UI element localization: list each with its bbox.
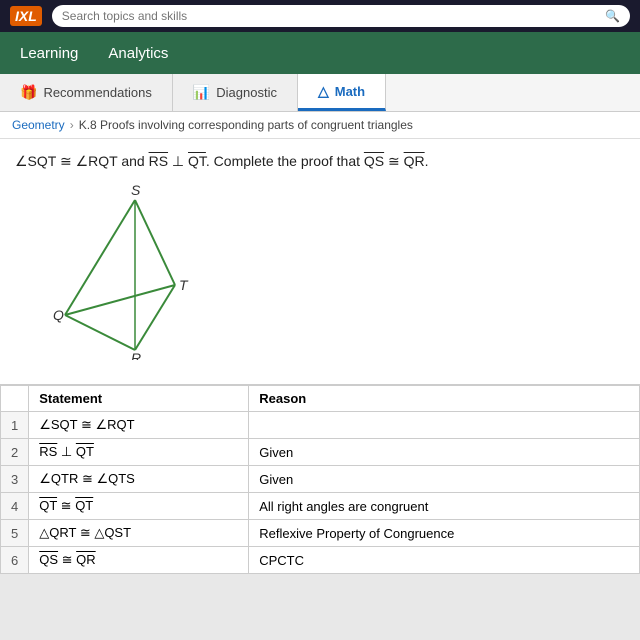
- ixl-logo: IXL: [10, 6, 42, 26]
- search-bar[interactable]: 🔍: [52, 5, 630, 27]
- col-reason-header: Reason: [249, 386, 640, 412]
- top-bar: IXL 🔍: [0, 0, 640, 32]
- stmt-2: RS ⊥ QT: [29, 439, 249, 466]
- tab-diagnostic-label: Diagnostic: [216, 85, 277, 100]
- proof-table: Statement Reason 1 ∠SQT ≅ ∠RQT 2 RS ⊥ QT…: [0, 385, 640, 574]
- recommendations-icon: 🎁: [20, 84, 37, 101]
- tab-diagnostic[interactable]: 📊 Diagnostic: [173, 74, 298, 111]
- table-row: 4 QT ≅ QT All right angles are congruent: [1, 493, 640, 520]
- row-num-1: 1: [1, 412, 29, 439]
- table-row: 1 ∠SQT ≅ ∠RQT: [1, 412, 640, 439]
- nav-bar: Learning Analytics: [0, 32, 640, 74]
- reason-3: Given: [249, 466, 640, 493]
- reason-5: Reflexive Property of Congruence: [249, 520, 640, 547]
- triangle-diagram: S Q T R: [35, 182, 625, 362]
- col-num-header: [1, 386, 29, 412]
- table-row: 2 RS ⊥ QT Given: [1, 439, 640, 466]
- reason-6: CPCTC: [249, 547, 640, 574]
- row-num-5: 5: [1, 520, 29, 547]
- search-icon: 🔍: [605, 9, 620, 23]
- row-num-4: 4: [1, 493, 29, 520]
- col-statement-header: Statement: [29, 386, 249, 412]
- tab-math-label: Math: [335, 84, 365, 99]
- row-num-3: 3: [1, 466, 29, 493]
- reason-2: Given: [249, 439, 640, 466]
- nav-analytics[interactable]: Analytics: [103, 35, 173, 72]
- math-icon: △: [318, 83, 329, 100]
- reason-4: All right angles are congruent: [249, 493, 640, 520]
- diagnostic-icon: 📊: [193, 84, 210, 101]
- tab-recommendations-label: Recommendations: [43, 85, 151, 100]
- stmt-1: ∠SQT ≅ ∠RQT: [29, 412, 249, 439]
- reason-1: [249, 412, 640, 439]
- svg-text:T: T: [179, 277, 189, 293]
- breadcrumb: Geometry › K.8 Proofs involving correspo…: [0, 112, 640, 139]
- table-row: 5 △QRT ≅ △QST Reflexive Property of Cong…: [1, 520, 640, 547]
- row-num-6: 6: [1, 547, 29, 574]
- svg-text:R: R: [131, 350, 141, 360]
- row-num-2: 2: [1, 439, 29, 466]
- problem-text: ∠SQT ≅ ∠RQT and RS ⊥ QT. Complete the pr…: [15, 151, 625, 172]
- breadcrumb-subject[interactable]: Geometry: [12, 118, 65, 132]
- breadcrumb-topic: K.8 Proofs involving corresponding parts…: [79, 118, 413, 132]
- stmt-6: QS ≅ QR: [29, 547, 249, 574]
- nav-learning[interactable]: Learning: [15, 35, 83, 72]
- search-input[interactable]: [62, 9, 600, 23]
- table-row: 6 QS ≅ QR CPCTC: [1, 547, 640, 574]
- svg-text:S: S: [131, 185, 141, 198]
- stmt-4: QT ≅ QT: [29, 493, 249, 520]
- tabs-bar: 🎁 Recommendations 📊 Diagnostic △ Math: [0, 74, 640, 112]
- stmt-3: ∠QTR ≅ ∠QTS: [29, 466, 249, 493]
- svg-text:Q: Q: [53, 307, 64, 323]
- triangle-svg: S Q T R: [35, 185, 235, 360]
- proof-section: Statement Reason 1 ∠SQT ≅ ∠RQT 2 RS ⊥ QT…: [0, 385, 640, 574]
- tab-recommendations[interactable]: 🎁 Recommendations: [0, 74, 173, 111]
- tab-math[interactable]: △ Math: [298, 74, 386, 111]
- main-content: ∠SQT ≅ ∠RQT and RS ⊥ QT. Complete the pr…: [0, 139, 640, 385]
- breadcrumb-separator: ›: [70, 118, 74, 132]
- stmt-5: △QRT ≅ △QST: [29, 520, 249, 547]
- table-row: 3 ∠QTR ≅ ∠QTS Given: [1, 466, 640, 493]
